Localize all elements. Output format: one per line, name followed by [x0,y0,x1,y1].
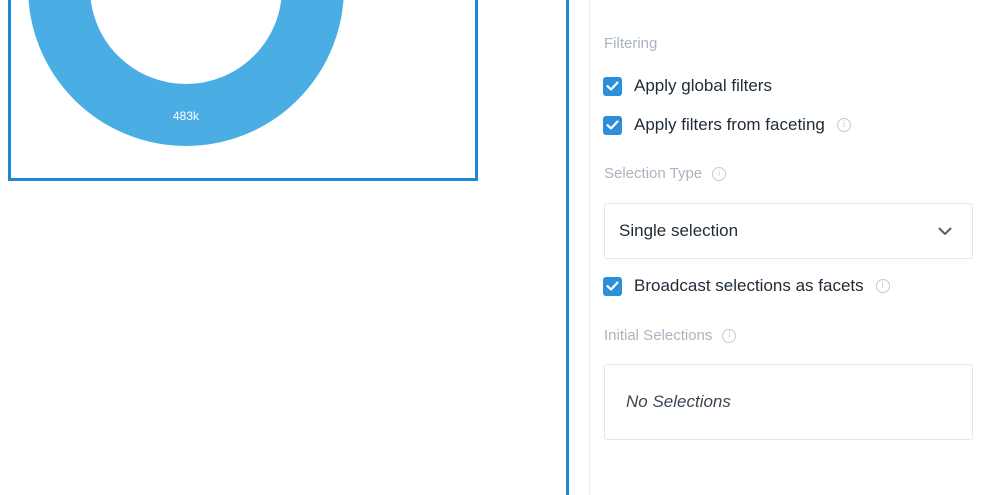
checkbox-checked-icon[interactable] [603,76,622,96]
donut-value-label: 483k [173,109,200,123]
widget-properties-panel: Filtering Apply global filters Apply fil… [566,0,988,495]
info-icon[interactable]: i [875,279,890,293]
donut-ring[interactable] [28,0,344,146]
apply-global-filters-checkbox[interactable]: Apply global filters [603,76,772,96]
info-icon[interactable]: i [836,118,851,132]
selection-type-section-label: Selection Type i [604,165,727,182]
initial-selections-label: Initial Selections [604,327,713,344]
selection-type-dropdown[interactable]: Single selection [604,203,973,259]
initial-selections-value: No Selections [626,392,731,411]
info-icon[interactable]: i [712,166,727,181]
panel-divider [589,0,590,495]
initial-selections-field[interactable]: No Selections [604,364,973,440]
info-icon[interactable]: i [722,328,737,343]
initial-selections-section-label: Initial Selections i [604,327,737,344]
selection-type-label: Selection Type [604,165,703,182]
broadcast-selections-label: Broadcast selections as facets [634,276,864,295]
checkbox-checked-icon[interactable] [603,276,622,296]
broadcast-selections-checkbox[interactable]: Broadcast selections as facets i [603,276,890,296]
apply-faceting-filters-label: Apply filters from faceting [634,115,825,134]
checkbox-checked-icon[interactable] [603,115,622,135]
filtering-label: Filtering [604,35,658,52]
filtering-section-label: Filtering [604,35,657,52]
apply-global-filters-label: Apply global filters [634,76,772,95]
donut-chart: 483k [28,0,344,146]
chevron-down-icon [938,227,952,235]
apply-faceting-filters-checkbox[interactable]: Apply filters from faceting i [603,115,851,135]
donut-chart-widget[interactable]: 483k [8,0,478,181]
dashboard-editor: 483k Filtering Apply global filters Appl… [0,0,988,495]
selection-type-value: Single selection [619,221,739,240]
